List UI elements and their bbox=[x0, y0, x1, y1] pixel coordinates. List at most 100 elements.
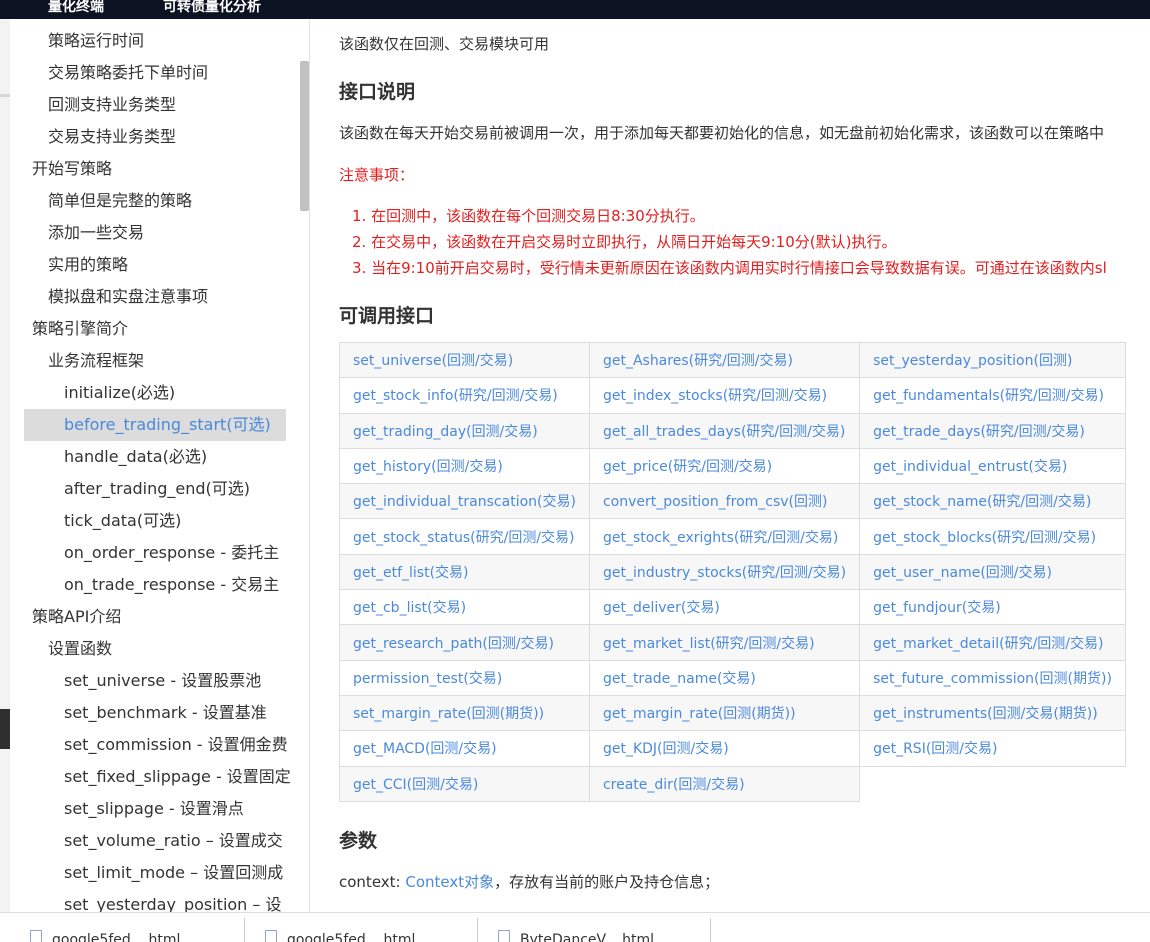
downloads-bar: google5fed....html google5fed....html By… bbox=[0, 912, 1150, 942]
api-link[interactable]: get_trade_days(研究/回测/交易) bbox=[860, 413, 1126, 448]
api-link[interactable]: get_stock_name(研究/回测/交易) bbox=[860, 484, 1126, 519]
sidebar-item[interactable]: 策略引擎简介 bbox=[32, 314, 128, 344]
api-link[interactable]: create_dir(回测/交易) bbox=[589, 766, 859, 801]
api-link[interactable]: get_instruments(回测/交易(期货)) bbox=[860, 695, 1126, 730]
api-link[interactable]: get_stock_blocks(研究/回测/交易) bbox=[860, 519, 1126, 554]
sidebar-item[interactable]: 交易策略委托下单时间 bbox=[48, 58, 208, 88]
table-row: get_CCI(回测/交易) create_dir(回测/交易) bbox=[340, 766, 1126, 801]
api-link[interactable]: convert_position_from_csv(回测) bbox=[589, 484, 859, 519]
table-row: get_MACD(回测/交易) get_KDJ(回测/交易) get_RSI(回… bbox=[340, 731, 1126, 766]
sidebar-item[interactable]: after_trading_end(可选) bbox=[64, 474, 250, 504]
api-link[interactable]: get_market_list(研究/回测/交易) bbox=[589, 625, 859, 660]
sidebar-item[interactable]: set_commission - 设置佣金费 bbox=[64, 730, 288, 760]
sidebar-item[interactable]: set_fixed_slippage - 设置固定 bbox=[64, 762, 291, 792]
api-link[interactable]: get_trade_name(交易) bbox=[589, 660, 859, 695]
sidebar-item[interactable]: 回测支持业务类型 bbox=[48, 90, 176, 120]
note-item: 1. 在回测中，该函数在每个回测交易日8:30分执行。 bbox=[352, 205, 705, 226]
sidebar-item[interactable]: initialize(必选) bbox=[64, 378, 175, 408]
table-row: get_individual_transcation(交易) convert_p… bbox=[340, 484, 1126, 519]
download-filename: google5fed....html bbox=[287, 932, 415, 942]
table-row: get_history(回测/交易) get_price(研究/回测/交易) g… bbox=[340, 448, 1126, 483]
api-link[interactable]: get_market_detail(研究/回测/交易) bbox=[860, 625, 1126, 660]
api-link[interactable]: get_history(回测/交易) bbox=[340, 448, 590, 483]
sidebar-item[interactable]: 实用的策略 bbox=[48, 250, 128, 280]
file-icon bbox=[30, 930, 42, 942]
top-nav-bar: 量化终端 可转债量化分析 bbox=[0, 0, 1150, 19]
sidebar-item[interactable]: set_volume_ratio – 设置成交 bbox=[64, 826, 283, 856]
sidebar-scrollbar[interactable] bbox=[300, 61, 309, 211]
api-link[interactable]: get_RSI(回测/交易) bbox=[860, 731, 1126, 766]
sidebar-item[interactable]: 业务流程框架 bbox=[48, 346, 144, 376]
api-link[interactable]: get_CCI(回测/交易) bbox=[340, 766, 590, 801]
sidebar-item[interactable]: on_trade_response - 交易主 bbox=[64, 570, 279, 600]
download-item[interactable]: ByteDanceV....html bbox=[478, 918, 711, 942]
context-object-link[interactable]: Context对象 bbox=[405, 873, 494, 891]
table-row: permission_test(交易) get_trade_name(交易) s… bbox=[340, 660, 1126, 695]
api-link[interactable]: get_user_name(回测/交易) bbox=[860, 554, 1126, 589]
api-link[interactable]: get_KDJ(回测/交易) bbox=[589, 731, 859, 766]
sidebar-item[interactable]: 策略运行时间 bbox=[48, 26, 144, 56]
api-link[interactable]: get_cb_list(交易) bbox=[340, 590, 590, 625]
sidebar-item[interactable]: 开始写策略 bbox=[32, 154, 112, 184]
api-table: set_universe(回测/交易) get_Ashares(研究/回测/交易… bbox=[339, 342, 1126, 802]
api-link[interactable]: get_stock_status(研究/回测/交易) bbox=[340, 519, 590, 554]
sidebar-item-active[interactable]: before_trading_start(可选) bbox=[24, 409, 286, 441]
api-link[interactable]: get_index_stocks(研究/回测/交易) bbox=[589, 378, 859, 413]
sidebar-item[interactable]: handle_data(必选) bbox=[64, 442, 207, 472]
sidebar-item[interactable]: 交易支持业务类型 bbox=[48, 122, 176, 152]
api-link[interactable]: get_stock_exrights(研究/回测/交易) bbox=[589, 519, 859, 554]
file-icon bbox=[498, 930, 510, 942]
api-link[interactable]: get_fundjour(交易) bbox=[860, 590, 1126, 625]
sidebar-item[interactable]: 策略API介绍 bbox=[32, 602, 121, 632]
api-link[interactable]: set_margin_rate(回测(期货)) bbox=[340, 695, 590, 730]
param-name: context: bbox=[339, 873, 405, 891]
api-link[interactable]: get_individual_transcation(交易) bbox=[340, 484, 590, 519]
api-link[interactable]: get_individual_entrust(交易) bbox=[860, 448, 1126, 483]
api-link[interactable]: get_Ashares(研究/回测/交易) bbox=[589, 343, 859, 378]
api-link[interactable]: get_trading_day(回测/交易) bbox=[340, 413, 590, 448]
table-row: get_stock_status(研究/回测/交易) get_stock_exr… bbox=[340, 519, 1126, 554]
api-link[interactable]: set_universe(回测/交易) bbox=[340, 343, 590, 378]
sidebar-item[interactable]: 设置函数 bbox=[48, 634, 112, 664]
sidebar-item[interactable]: set_yesterday_position – 设 bbox=[64, 890, 282, 912]
api-link[interactable]: get_price(研究/回测/交易) bbox=[589, 448, 859, 483]
heading-interface: 接口说明 bbox=[339, 77, 415, 104]
table-row: get_research_path(回测/交易) get_market_list… bbox=[340, 625, 1126, 660]
sidebar-item[interactable]: set_slippage - 设置滑点 bbox=[64, 794, 244, 824]
sidebar-item[interactable]: set_universe - 设置股票池 bbox=[64, 666, 261, 696]
sidebar-item[interactable]: set_benchmark - 设置基准 bbox=[64, 698, 267, 728]
empty-cell bbox=[860, 766, 1126, 801]
sidebar-item[interactable]: on_order_response - 委托主 bbox=[64, 538, 279, 568]
sidebar-item[interactable]: set_limit_mode – 设置回测成 bbox=[64, 858, 283, 888]
download-item[interactable]: google5fed....html bbox=[245, 918, 478, 942]
api-link[interactable]: get_research_path(回测/交易) bbox=[340, 625, 590, 660]
api-link[interactable]: get_deliver(交易) bbox=[589, 590, 859, 625]
note-item: 2. 在交易中，该函数在开启交易时立即执行，从隔日开始每天9:10分(默认)执行… bbox=[352, 231, 896, 252]
table-row: set_margin_rate(回测(期货)) get_margin_rate(… bbox=[340, 695, 1126, 730]
table-row: get_trading_day(回测/交易) get_all_trades_da… bbox=[340, 413, 1126, 448]
notes-title: 注意事项： bbox=[339, 164, 414, 185]
api-link[interactable]: get_etf_list(交易) bbox=[340, 554, 590, 589]
api-link[interactable]: get_industry_stocks(研究/回测/交易) bbox=[589, 554, 859, 589]
sidebar-item[interactable]: 简单但是完整的策略 bbox=[48, 186, 192, 216]
sidebar-item[interactable]: tick_data(可选) bbox=[64, 506, 181, 536]
api-link[interactable]: permission_test(交易) bbox=[340, 660, 590, 695]
api-link[interactable]: get_margin_rate(回测(期货)) bbox=[589, 695, 859, 730]
sidebar-item[interactable]: 添加一些交易 bbox=[48, 218, 144, 248]
table-row: get_cb_list(交易) get_deliver(交易) get_fund… bbox=[340, 590, 1126, 625]
api-link[interactable]: set_future_commission(回测(期货)) bbox=[860, 660, 1126, 695]
sidebar-item[interactable]: 模拟盘和实盘注意事项 bbox=[48, 282, 208, 312]
nav-item-quant-terminal[interactable]: 量化终端 bbox=[48, 0, 104, 16]
api-link[interactable]: set_yesterday_position(回测) bbox=[860, 343, 1126, 378]
intro-text: 该函数仅在回测、交易模块可用 bbox=[339, 33, 549, 54]
nav-item-cb-analysis[interactable]: 可转债量化分析 bbox=[163, 0, 261, 16]
api-link[interactable]: get_all_trades_days(研究/回测/交易) bbox=[589, 413, 859, 448]
download-item[interactable]: google5fed....html bbox=[10, 918, 245, 942]
param-desc: ，存放有当前的账户及持仓信息； bbox=[494, 873, 719, 891]
api-link[interactable]: get_stock_info(研究/回测/交易) bbox=[340, 378, 590, 413]
table-row: get_stock_info(研究/回测/交易) get_index_stock… bbox=[340, 378, 1126, 413]
api-link[interactable]: get_fundamentals(研究/回测/交易) bbox=[860, 378, 1126, 413]
api-link[interactable]: get_MACD(回测/交易) bbox=[340, 731, 590, 766]
download-filename: ByteDanceV....html bbox=[520, 932, 654, 942]
note-item: 3. 当在9:10前开启交易时，受行情未更新原因在该函数内调用实时行情接口会导致… bbox=[352, 257, 1107, 278]
